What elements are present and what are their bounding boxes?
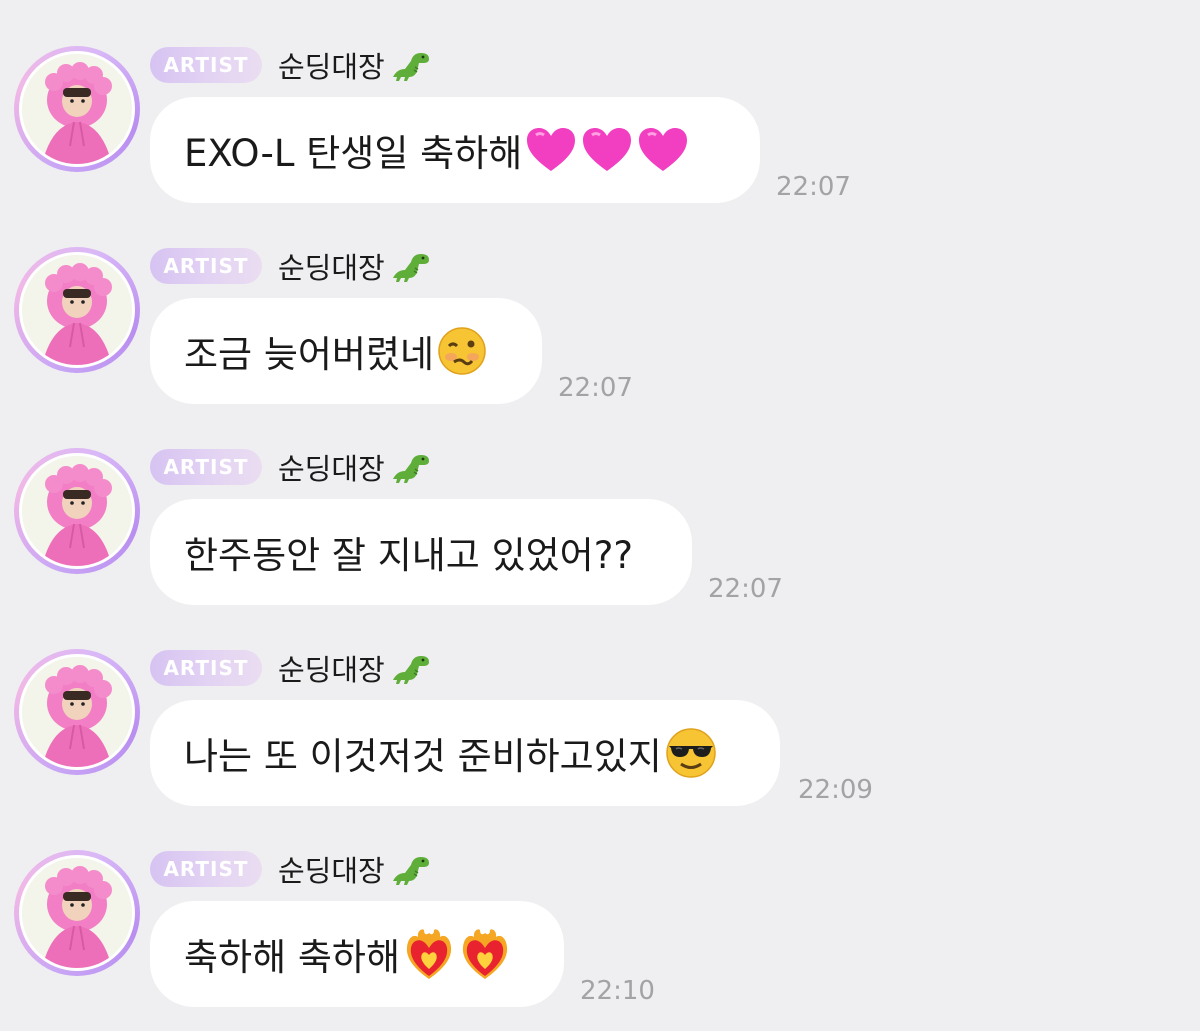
t-rex-icon — [392, 455, 429, 483]
message-text: 조금 늦어버렸네 — [184, 333, 435, 376]
pink-heart-icon — [639, 128, 688, 171]
message-bubble[interactable]: 한주동안 잘 지내고 있었어?? — [150, 499, 692, 605]
avatar[interactable] — [14, 46, 140, 172]
pink-heart-icon — [527, 128, 576, 171]
message-bubble[interactable]: 나는 또 이것저것 준비하고있지 — [150, 700, 780, 806]
message-text: 축하해 축하해 — [184, 936, 401, 979]
avatar[interactable] — [14, 448, 140, 574]
t-rex-icon — [392, 53, 429, 81]
avatar-photo — [19, 51, 135, 167]
sender-name-label: 순딩대장 — [278, 854, 385, 888]
message-text: EXO-L 탄생일 축하해 — [184, 132, 523, 175]
artist-badge: ARTIST — [150, 47, 262, 83]
chat-message: ARTIST 순딩대장 EXO-L 탄생일 축하해 22:07 — [0, 0, 1200, 203]
artist-badge: ARTIST — [150, 449, 262, 485]
heart-on-fire-icon — [406, 929, 452, 979]
message-timestamp: 22:07 — [708, 574, 783, 604]
sender-name-label: 순딩대장 — [278, 50, 385, 84]
sender-name[interactable]: 순딩대장 — [278, 44, 433, 86]
message-bubble[interactable]: 조금 늦어버렸네 — [150, 298, 542, 404]
sunglasses-face-icon — [666, 728, 716, 778]
avatar[interactable] — [14, 247, 140, 373]
t-rex-icon — [392, 254, 429, 282]
message-text: 나는 또 이것저것 준비하고있지 — [184, 735, 662, 778]
chat-message: ARTIST 순딩대장 한주동안 잘 지내고 있었어?? 22:07 — [0, 402, 1200, 605]
message-timestamp: 22:09 — [798, 775, 873, 805]
message-header: ARTIST 순딩대장 — [150, 648, 433, 688]
message-header: ARTIST 순딩대장 — [150, 849, 433, 889]
chat-message: ARTIST 순딩대장 축하해 축하해 22:10 — [0, 804, 1200, 1007]
message-text: 한주동안 잘 지내고 있었어?? — [184, 534, 633, 577]
artist-badge: ARTIST — [150, 248, 262, 284]
sender-name[interactable]: 순딩대장 — [278, 647, 433, 689]
t-rex-icon — [392, 656, 429, 684]
chat-thread: ARTIST 순딩대장 EXO-L 탄생일 축하해 22:07 ARTIST 순… — [0, 0, 1200, 1031]
sender-name[interactable]: 순딩대장 — [278, 446, 433, 488]
message-timestamp: 22:10 — [580, 976, 655, 1006]
avatar-photo — [19, 453, 135, 569]
avatar[interactable] — [14, 850, 140, 976]
avatar-photo — [19, 654, 135, 770]
avatar-photo — [19, 855, 135, 971]
avatar[interactable] — [14, 649, 140, 775]
pink-heart-icon — [583, 128, 632, 171]
sender-name-label: 순딩대장 — [278, 251, 385, 285]
sender-name-label: 순딩대장 — [278, 452, 385, 486]
message-bubble[interactable]: 축하해 축하해 — [150, 901, 564, 1007]
message-timestamp: 22:07 — [558, 373, 633, 403]
t-rex-icon — [392, 857, 429, 885]
message-header: ARTIST 순딩대장 — [150, 45, 433, 85]
avatar-photo — [19, 252, 135, 368]
message-header: ARTIST 순딩대장 — [150, 447, 433, 487]
message-timestamp: 22:07 — [776, 172, 851, 202]
message-header: ARTIST 순딩대장 — [150, 246, 433, 286]
sender-name-label: 순딩대장 — [278, 653, 385, 687]
message-bubble[interactable]: EXO-L 탄생일 축하해 — [150, 97, 760, 203]
chat-message: ARTIST 순딩대장 나는 또 이것저것 준비하고있지 22:09 — [0, 603, 1200, 806]
sender-name[interactable]: 순딩대장 — [278, 848, 433, 890]
artist-badge: ARTIST — [150, 851, 262, 887]
woozy-face-icon — [438, 327, 486, 375]
chat-message: ARTIST 순딩대장 조금 늦어버렸네 22:07 — [0, 201, 1200, 404]
artist-badge: ARTIST — [150, 650, 262, 686]
sender-name[interactable]: 순딩대장 — [278, 245, 433, 287]
heart-on-fire-icon — [462, 929, 508, 979]
